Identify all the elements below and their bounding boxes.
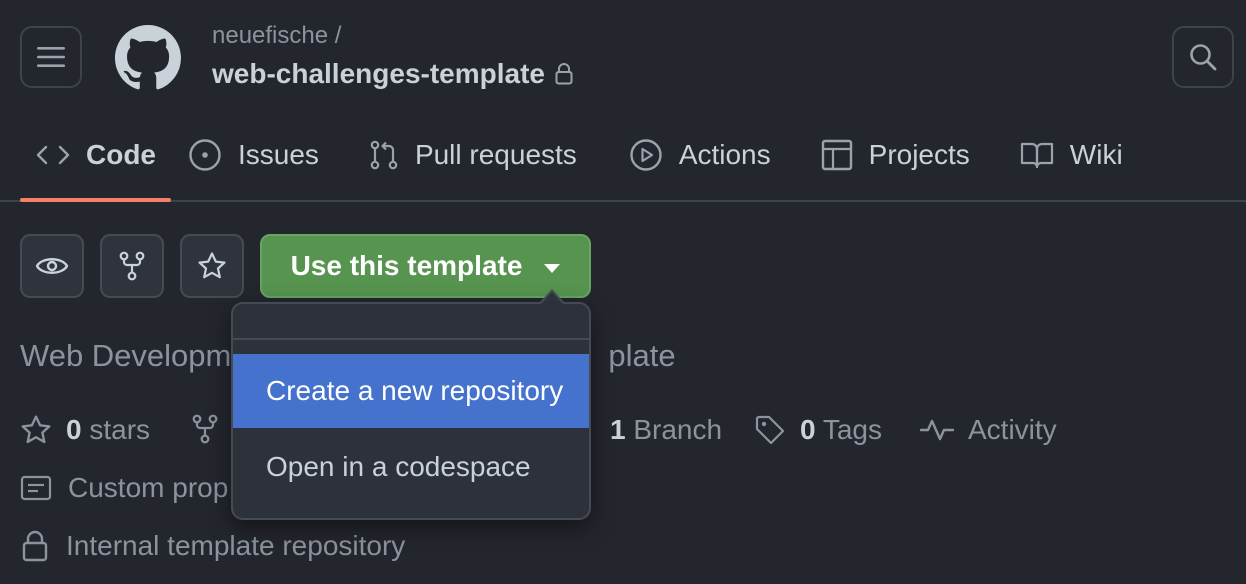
table-icon — [821, 139, 852, 171]
tag-icon — [755, 415, 785, 445]
star-button[interactable] — [180, 234, 244, 298]
note-icon — [20, 475, 52, 501]
tab-label: Issues — [238, 139, 319, 170]
menu-item-label: Create a new repository — [266, 375, 564, 406]
issue-icon — [189, 139, 221, 171]
tabs-divider — [0, 200, 1246, 202]
fork-icon — [119, 251, 145, 281]
menu-button[interactable] — [20, 26, 82, 88]
search-button[interactable] — [1172, 26, 1234, 88]
book-icon — [1020, 142, 1053, 169]
tab-label: Pull requests — [414, 139, 577, 170]
star-icon — [21, 415, 51, 444]
chevron-down-icon — [544, 263, 561, 273]
tab-pull-requests[interactable]: Pull requests — [335, 128, 593, 182]
activity-label: Activity — [968, 414, 1057, 445]
code-icon — [36, 145, 70, 165]
watch-button[interactable] — [20, 234, 84, 298]
custom-properties-label: Custom prop — [68, 472, 229, 503]
fork-button[interactable] — [100, 234, 164, 298]
selected-tab-indicator — [20, 198, 171, 202]
template-info: Internal template repository — [20, 530, 405, 562]
tab-code[interactable]: Code — [20, 128, 172, 182]
forks-stat[interactable] — [192, 414, 218, 444]
tab-label: Actions — [678, 139, 771, 170]
create-new-repository-item[interactable]: Create a new repository — [233, 354, 589, 428]
search-icon — [1190, 44, 1217, 71]
repo-tabs: Code Issues Pull requests Actions Projec… — [20, 128, 1139, 202]
lock-icon — [555, 63, 573, 85]
tags-count-text: 0 Tags — [800, 414, 883, 445]
lock-icon — [22, 530, 48, 562]
menu-item-label: Open in a codespace — [266, 451, 531, 482]
use-template-dropdown: Create a new repository Open in a codesp… — [231, 302, 591, 520]
open-in-codespace-item[interactable]: Open in a codespace — [233, 430, 589, 504]
fork-icon — [192, 414, 218, 444]
tags-stat[interactable]: 0 Tags — [754, 414, 882, 446]
custom-properties-link[interactable]: Custom prop — [20, 472, 228, 504]
pull-request-icon — [370, 140, 398, 170]
repo-title[interactable]: web-challenges-template — [212, 58, 573, 90]
repo-name[interactable]: web-challenges-template — [212, 58, 545, 90]
activity-link[interactable]: Activity — [920, 414, 1057, 446]
description-text-start: Web Developm — [20, 338, 232, 373]
repo-owner-link[interactable]: neuefische / — [212, 22, 341, 50]
stars-stat[interactable]: 0 stars — [20, 414, 150, 446]
tab-label: Code — [86, 139, 156, 170]
tab-label: Wiki — [1069, 139, 1123, 170]
tab-actions[interactable]: Actions — [593, 128, 787, 182]
stars-count-text: 0 stars — [66, 414, 151, 445]
dropdown-divider — [233, 338, 589, 340]
hamburger-icon — [37, 47, 65, 67]
play-icon — [630, 139, 662, 171]
description-text-end: plate — [608, 338, 676, 373]
use-template-label: Use this template — [290, 250, 523, 281]
tab-wiki[interactable]: Wiki — [986, 128, 1139, 182]
tab-projects[interactable]: Projects — [787, 128, 986, 182]
activity-icon — [920, 419, 954, 441]
tab-label: Projects — [868, 139, 970, 170]
star-icon — [198, 252, 226, 279]
template-info-label: Internal template repository — [66, 530, 406, 561]
branch-stat[interactable]: 1 Branch — [610, 414, 722, 446]
eye-icon — [35, 258, 69, 274]
github-logo[interactable] — [115, 25, 181, 91]
dropdown-pointer-fill — [541, 292, 563, 304]
tab-issues[interactable]: Issues — [172, 128, 335, 182]
branch-count-text: 1 Branch — [610, 414, 723, 445]
